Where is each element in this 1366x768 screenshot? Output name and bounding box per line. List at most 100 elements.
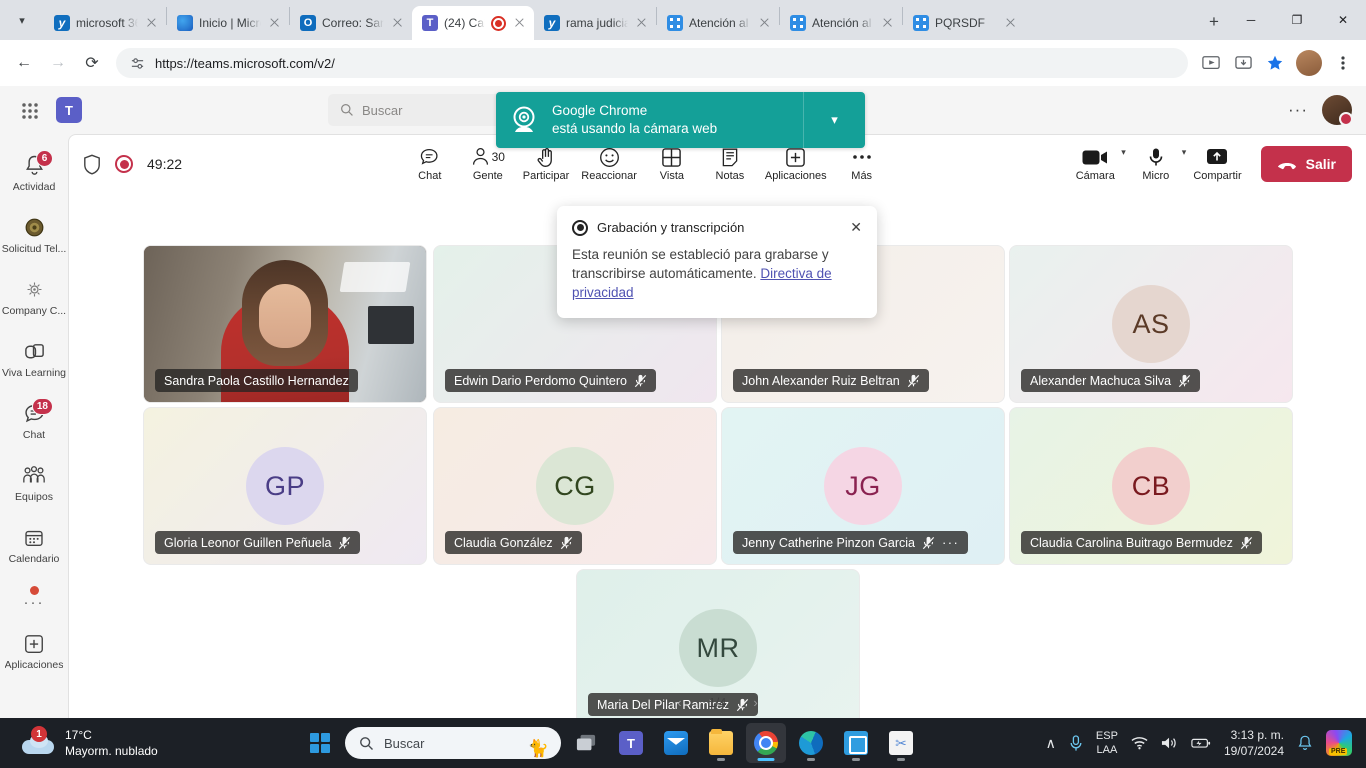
site-settings-icon[interactable] xyxy=(130,56,145,71)
taskbar-app-mail[interactable] xyxy=(656,723,696,763)
browser-tab[interactable]: PQRSDF xyxy=(903,6,1025,40)
meeting-action-chat[interactable]: Chat xyxy=(402,141,458,187)
camera-notification-text: Google Chrome está usando la cámara web xyxy=(552,102,803,138)
mic-off-icon xyxy=(922,536,935,549)
sidebar-item-aplicaciones[interactable]: Aplicaciones xyxy=(0,620,68,682)
minimize-button[interactable]: ─ xyxy=(1228,4,1274,36)
chevron-down-icon[interactable]: ▾ xyxy=(803,92,865,148)
tray-microphone-icon[interactable] xyxy=(1069,734,1083,752)
jaguar-illustration-icon: 🐈 xyxy=(527,739,549,758)
browser-tab[interactable]: Inicio | Micro xyxy=(167,6,289,40)
participant-tile[interactable]: CB Claudia Carolina Buitrago Bermudez xyxy=(1009,407,1293,565)
taskbar-app-microsoft-edge[interactable] xyxy=(791,723,831,763)
start-button[interactable] xyxy=(300,723,340,763)
sidebar-item-label: Actividad xyxy=(12,180,56,193)
new-tab-button[interactable]: + xyxy=(1200,8,1228,36)
mic-chevron-down-icon[interactable]: ▾ xyxy=(1182,141,1187,158)
tray-bell-icon[interactable] xyxy=(1297,735,1313,752)
pager-next-button[interactable]: › xyxy=(745,695,767,710)
browser-tab[interactable]: rama judicial xyxy=(534,6,656,40)
browser-tab[interactable]: Atención al u xyxy=(657,6,779,40)
participant-tile[interactable]: GP Gloria Leonor Guillen Peñuela xyxy=(143,407,427,565)
three-dots-icon[interactable]: ··· xyxy=(1288,100,1308,120)
tab-close-button[interactable] xyxy=(634,15,650,31)
taskbar-app-microsoft-teams[interactable]: T xyxy=(611,723,651,763)
tray-wifi-icon[interactable] xyxy=(1131,736,1148,750)
sidebar-item-solicitud-tel[interactable]: Solicitud Tel... xyxy=(0,204,68,266)
mic-off-icon xyxy=(1178,374,1191,387)
sidebar-more-button[interactable]: ··· xyxy=(0,576,68,616)
avatar: CG xyxy=(536,447,614,525)
close-window-button[interactable]: ✕ xyxy=(1320,4,1366,36)
tray-clock[interactable]: 3:13 p. m. 19/07/2024 xyxy=(1224,727,1284,759)
browser-tab-strip: ▾ microsoft 36 Inicio | Micro Correo: Sand… xyxy=(0,0,1366,40)
browser-tab[interactable]: Correo: Sand xyxy=(290,6,412,40)
tray-speaker-icon[interactable] xyxy=(1161,736,1178,750)
profile-avatar[interactable] xyxy=(1296,50,1322,76)
camera-button[interactable]: Cámara xyxy=(1067,141,1123,187)
webcam-icon xyxy=(496,103,552,137)
avatar[interactable] xyxy=(1321,95,1353,126)
mic-button[interactable]: Micro xyxy=(1128,141,1184,187)
share-button[interactable]: Compartir xyxy=(1188,141,1246,187)
browser-tab[interactable]: microsoft 36 xyxy=(44,6,166,40)
camera-chevron-down-icon[interactable]: ▾ xyxy=(1121,141,1126,158)
tab-close-button[interactable] xyxy=(267,15,283,31)
sidebar-item-equipos[interactable]: Equipos xyxy=(0,452,68,514)
sidebar-item-actividad[interactable]: 6 Actividad xyxy=(0,142,68,204)
taskbar-app-snipping-tool[interactable] xyxy=(881,723,921,763)
tab-search-chevron-icon[interactable]: ▾ xyxy=(0,0,44,40)
tab-close-button[interactable] xyxy=(880,15,896,31)
sidebar-item-calendario[interactable]: Calendario xyxy=(0,514,68,576)
taskbar-search-box[interactable]: Buscar 🐈 xyxy=(345,727,561,759)
sidebar-item-chat[interactable]: 18 Chat xyxy=(0,390,68,452)
taskbar-weather-widget[interactable]: 1 17°C Mayorm. nublado xyxy=(0,726,300,759)
mail-icon xyxy=(664,731,688,755)
taskbar-app-print[interactable] xyxy=(836,723,876,763)
tab-close-button[interactable] xyxy=(390,15,406,31)
install-app-icon[interactable] xyxy=(1228,48,1258,78)
forward-button[interactable]: → xyxy=(42,47,74,79)
pager-prev-button[interactable]: ‹ xyxy=(668,695,690,710)
participant-tile[interactable]: JG Jenny Catherine Pinzon Garcia ··· xyxy=(721,407,1005,565)
plus-box-icon xyxy=(21,632,47,656)
participant-name: John Alexander Ruiz Beltran xyxy=(742,373,900,388)
address-bar[interactable]: https://teams.microsoft.com/v2/ xyxy=(116,48,1188,78)
meeting-action-label: Gente xyxy=(472,170,503,182)
participant-more-icon[interactable]: ··· xyxy=(942,536,959,549)
taskbar-app-file-explorer[interactable] xyxy=(701,723,741,763)
copilot-icon[interactable] xyxy=(1326,730,1352,756)
mic-off-icon xyxy=(1240,536,1253,549)
tab-close-button[interactable] xyxy=(512,15,528,31)
browser-tab[interactable]: (24) Cale xyxy=(412,6,534,40)
teams-sidebar: 6 Actividad Solicitud Tel... Company C... Vi… xyxy=(0,134,68,718)
participant-tile[interactable]: Sandra Paola Castillo Hernandez xyxy=(143,245,427,403)
app-launcher-icon[interactable] xyxy=(14,95,44,125)
reload-button[interactable]: ⟳ xyxy=(76,47,108,79)
close-icon[interactable]: ✕ xyxy=(850,219,862,236)
sidebar-item-viva-learning[interactable]: Viva Learning xyxy=(0,328,68,390)
taskbar-task-view-button[interactable] xyxy=(566,723,606,763)
avatar-initials: CG xyxy=(554,470,596,501)
back-button[interactable]: ← xyxy=(8,47,40,79)
avatar-initials: MR xyxy=(696,632,740,663)
three-dots-vertical-icon[interactable] xyxy=(1328,48,1358,78)
participant-tile[interactable]: AS Alexander Machuca Silva xyxy=(1009,245,1293,403)
tab-close-button[interactable] xyxy=(1003,15,1019,31)
tab-close-button[interactable] xyxy=(144,15,160,31)
star-icon[interactable] xyxy=(1260,48,1290,78)
browser-tab[interactable]: Atención al u xyxy=(780,6,902,40)
cast-icon[interactable] xyxy=(1196,48,1226,78)
leave-button[interactable]: Salir xyxy=(1260,146,1352,182)
mic-off-icon xyxy=(339,536,351,549)
maximize-button[interactable]: ❐ xyxy=(1274,4,1320,36)
taskbar-app-google-chrome[interactable] xyxy=(746,723,786,763)
participant-tile[interactable]: CG Claudia González xyxy=(433,407,717,565)
tab-recording-icon xyxy=(491,15,506,31)
avatar: AS xyxy=(1112,285,1190,363)
tray-language-indicator[interactable]: ESP LAA xyxy=(1096,729,1118,757)
tray-battery-icon[interactable] xyxy=(1191,737,1211,749)
tab-close-button[interactable] xyxy=(757,15,773,31)
tray-chevron-up-icon[interactable]: ∧ xyxy=(1046,735,1056,752)
sidebar-item-company-c[interactable]: Company C... xyxy=(0,266,68,328)
